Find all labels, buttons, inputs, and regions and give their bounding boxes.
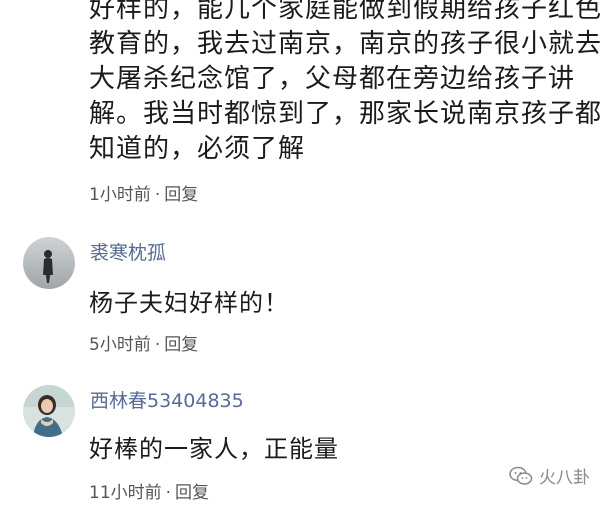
watermark-text: 火八卦 <box>539 468 590 488</box>
meta-separator: · <box>154 185 161 205</box>
comment-meta: 11小时前 · 回复 <box>89 478 209 503</box>
avatar-portrait-icon <box>23 385 75 437</box>
comment-text: 杨子夫妇好样的！ <box>89 289 289 317</box>
comment-username[interactable]: 裘寒枕孤 <box>90 238 166 265</box>
meta-separator: · <box>154 335 161 355</box>
avatar-figure-icon <box>23 237 75 289</box>
avatar[interactable] <box>23 385 75 437</box>
reply-button[interactable]: 回复 <box>175 483 209 503</box>
comment-text-line: 好样的，能几个家庭能做到假期给孩子红色 <box>89 0 600 24</box>
reply-button[interactable]: 回复 <box>164 185 198 205</box>
comment-text-line: 大屠杀纪念馆了，父母都在旁边给孩子讲 <box>89 64 576 94</box>
meta-separator: · <box>165 483 172 503</box>
comment-username[interactable]: 西林春53404835 <box>90 386 244 413</box>
comment-text-line: 解。我当时都惊到了，那家长说南京孩子都 <box>89 99 600 129</box>
comment-text: 好棒的一家人，正能量 <box>89 435 339 463</box>
wechat-icon <box>509 466 533 485</box>
avatar[interactable] <box>23 237 75 289</box>
reply-button[interactable]: 回复 <box>164 335 198 355</box>
comment-meta: 5小时前 · 回复 <box>89 330 198 355</box>
comment-time: 1小时前 <box>89 185 151 205</box>
comment-text-line: 教育的，我去过南京，南京的孩子很小就去 <box>89 29 600 59</box>
comment-time: 5小时前 <box>89 335 151 355</box>
comment-text-line: 知道的，必须了解 <box>89 134 306 164</box>
comment-time: 11小时前 <box>89 483 162 503</box>
comment-meta: 1小时前 · 回复 <box>89 180 198 205</box>
watermark: 火八卦 <box>509 463 590 488</box>
